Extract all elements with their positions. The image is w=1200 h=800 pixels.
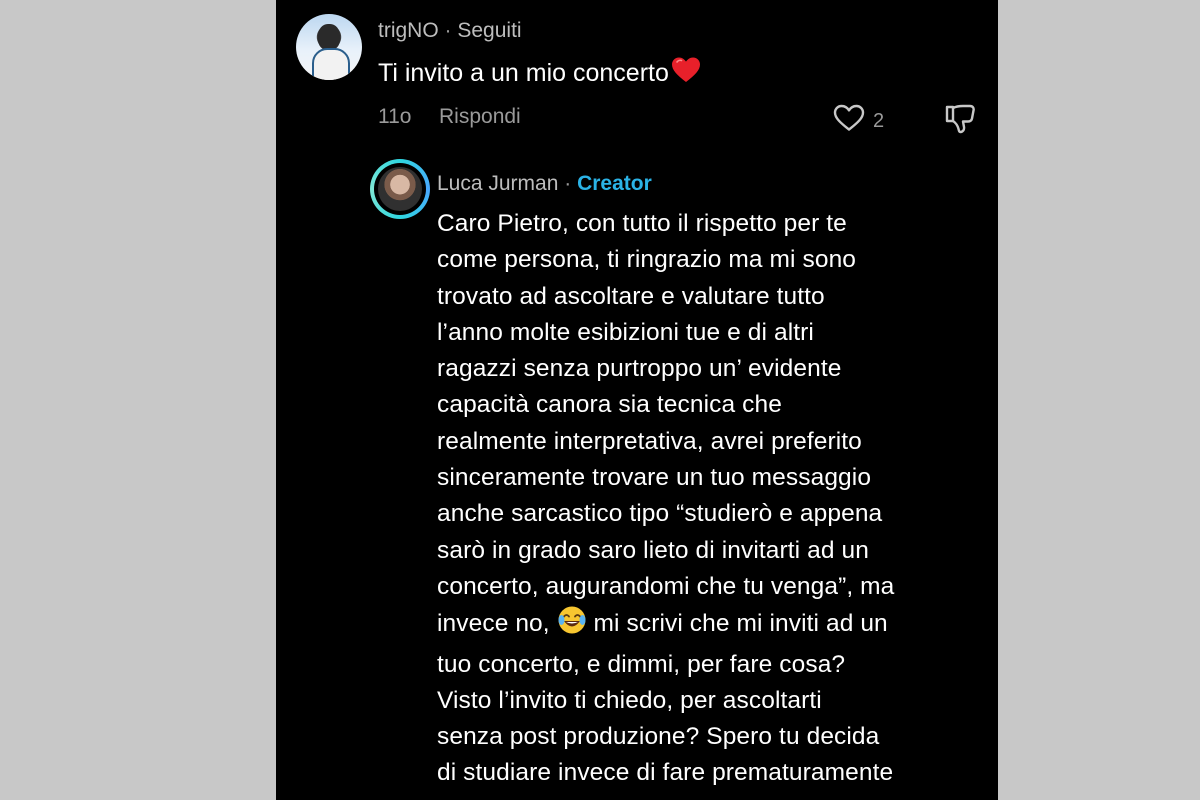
avatar[interactable] xyxy=(296,14,362,80)
dislike-button[interactable] xyxy=(944,103,978,141)
avatar-figure xyxy=(318,24,340,50)
reply-line: Visto l’invito ti chiedo, per ascoltarti xyxy=(437,686,822,714)
reply-line: tuo concerto, e dimmi, per fare cosa? xyxy=(437,650,846,678)
thumbs-down-icon xyxy=(944,104,978,140)
comments-panel: trigNO · Seguiti Ti invito a un mio conc… xyxy=(276,0,998,800)
username[interactable]: trigNO xyxy=(378,19,439,42)
reply-avatar[interactable] xyxy=(370,159,430,219)
comment-text: Ti invito a un mio concerto xyxy=(378,56,701,91)
reply-line: come persona, ti ringrazio ma mi sono xyxy=(437,246,857,274)
separator: · xyxy=(564,172,572,195)
reply-line: realmente interpretativa, avrei preferit… xyxy=(437,427,862,455)
reply-line: sinceramente trovare un tuo messaggio xyxy=(437,464,872,492)
reply-line: sarò in grado saro lieto di invitarti ad… xyxy=(437,536,869,564)
like-button[interactable]: 2 xyxy=(833,104,884,138)
reply-line: Caro Pietro, con tutto il rispetto per t… xyxy=(437,210,847,237)
username[interactable]: Luca Jurman xyxy=(437,172,558,195)
separator: · xyxy=(444,19,452,42)
reply-text: Caro Pietro, con tutto il rispetto per t… xyxy=(437,206,997,792)
reply-line-part: invece no, xyxy=(437,610,550,638)
reply-line: anche sarcastico tipo “studierò e appena xyxy=(437,500,883,528)
reply-button[interactable]: Rispondi xyxy=(439,105,521,129)
comment-meta: 11o Rispondi 2 xyxy=(378,104,978,138)
reply-line-with-emoji: invece no, mi scrivi che mi inviti ad un xyxy=(437,605,997,646)
comment-time: 11o xyxy=(378,105,412,128)
reply-line: di studiare invece di fare prematurament… xyxy=(437,759,894,787)
reply-line: l’anno molte esibizioni tue e di altri xyxy=(437,318,814,346)
red-heart-emoji-icon xyxy=(671,56,701,91)
reply-line-part: mi scrivi che mi inviti ad un xyxy=(593,610,888,638)
reply-line: senza post produzione? Spero tu decida xyxy=(437,723,880,751)
creator-badge: Creator xyxy=(577,172,652,195)
reply-line: ragazzi senza purtroppo un’ evidente xyxy=(437,355,842,383)
follow-status: Seguiti xyxy=(457,19,522,42)
avatar-body xyxy=(312,48,350,80)
reply-line: capacità canora sia tecnica che xyxy=(437,391,782,419)
comment-author: trigNO · Seguiti xyxy=(378,19,522,43)
heart-outline-icon xyxy=(833,104,865,138)
tears-of-joy-emoji-icon xyxy=(557,605,587,646)
reply-author: Luca Jurman · Creator xyxy=(437,172,652,196)
page: trigNO · Seguiti Ti invito a un mio conc… xyxy=(0,0,1200,800)
avatar-photo xyxy=(378,167,422,211)
reply-line: concerto, augurandomi che tu venga”, ma xyxy=(437,572,895,600)
reply-line: trovato ad ascoltare e valutare tutto xyxy=(437,282,825,310)
like-count: 2 xyxy=(873,109,885,132)
comment-body: Ti invito a un mio concerto xyxy=(378,59,669,87)
